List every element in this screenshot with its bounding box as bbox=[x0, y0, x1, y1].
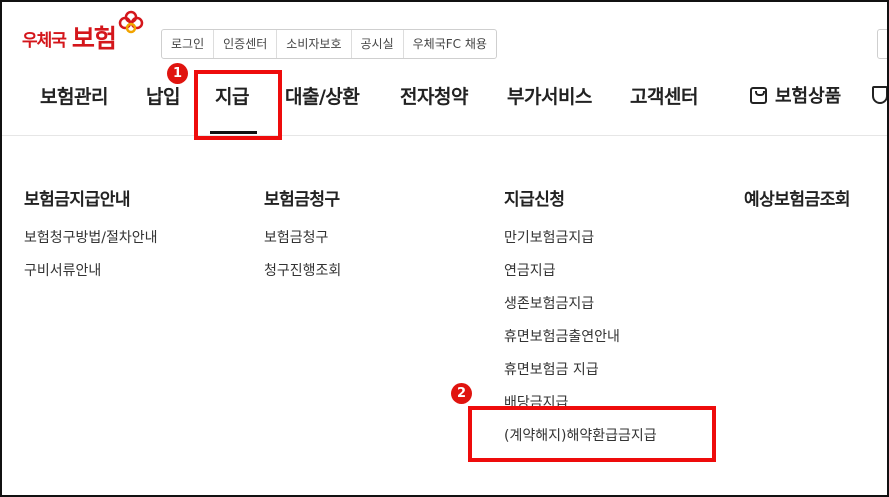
menu-col-guide: 보험금지급안내 보험청구방법/절차안내 구비서류안내 bbox=[24, 185, 158, 291]
menu-col-estimate: 예상보험금조회 bbox=[744, 185, 850, 225]
menu-item[interactable]: 생존보험금지급 bbox=[504, 291, 657, 324]
util-fc-recruit[interactable]: 우체국FC 채용 bbox=[404, 30, 496, 58]
util-disclosure[interactable]: 공시실 bbox=[352, 30, 404, 58]
bag-icon bbox=[750, 86, 767, 104]
gnb-customer-center[interactable]: 고객센터 bbox=[630, 82, 698, 109]
menu-heading[interactable]: 지급신청 bbox=[504, 185, 657, 210]
header-divider bbox=[2, 135, 887, 136]
util-login[interactable]: 로그인 bbox=[162, 30, 215, 58]
insurance-products-link[interactable]: 보험상품 bbox=[750, 82, 841, 108]
browser-frame: 우체국 보험 로그인 인증센터 소비자보호 공시실 우체국FC 채용 보험관리 … bbox=[0, 0, 889, 497]
products-label: 보험상품 bbox=[775, 86, 842, 107]
step-badge-1: 1 bbox=[167, 63, 188, 84]
callout-box-step2 bbox=[468, 406, 716, 462]
gnb-loan[interactable]: 대출/상환 bbox=[285, 82, 360, 109]
menu-item[interactable]: 만기보험금지급 bbox=[504, 225, 657, 258]
util-consumer-protection[interactable]: 소비자보호 bbox=[277, 30, 352, 58]
menu-item[interactable]: 청구진행조회 bbox=[264, 258, 341, 291]
logo-text-small: 우체국 bbox=[22, 31, 67, 51]
search-box[interactable] bbox=[877, 29, 887, 59]
menu-heading[interactable]: 예상보험금조회 bbox=[744, 185, 850, 210]
menu-item[interactable]: 보험청구방법/절차안내 bbox=[24, 225, 158, 258]
logo[interactable]: 우체국 보험 bbox=[22, 10, 144, 53]
gnb-e-subscription[interactable]: 전자청약 bbox=[400, 82, 468, 109]
menu-heading[interactable]: 보험금청구 bbox=[264, 185, 341, 210]
step-badge-2: 2 bbox=[451, 383, 472, 404]
menu-col-claim: 보험금청구 보험금청구 청구진행조회 bbox=[264, 185, 341, 291]
shield-icon[interactable] bbox=[872, 86, 887, 104]
menu-item[interactable]: 휴면보험금 지급 bbox=[504, 357, 657, 390]
util-cert-center[interactable]: 인증센터 bbox=[214, 30, 278, 58]
callout-box-step1 bbox=[194, 70, 282, 140]
logo-text-big: 보험 bbox=[71, 24, 117, 53]
gnb-insurance-mgmt[interactable]: 보험관리 bbox=[40, 82, 108, 109]
gnb-payment[interactable]: 납입 bbox=[146, 82, 180, 109]
gnb-extra-services[interactable]: 부가서비스 bbox=[507, 82, 592, 109]
menu-heading[interactable]: 보험금지급안내 bbox=[24, 185, 158, 210]
menu-item[interactable]: 구비서류안내 bbox=[24, 258, 158, 291]
menu-item[interactable]: 보험금청구 bbox=[264, 225, 341, 258]
menu-item[interactable]: 연금지급 bbox=[504, 258, 657, 291]
menu-item[interactable]: 휴면보험금출연안내 bbox=[504, 324, 657, 357]
flower-logo-icon bbox=[118, 10, 144, 34]
utility-links: 로그인 인증센터 소비자보호 공시실 우체국FC 채용 bbox=[161, 29, 497, 59]
